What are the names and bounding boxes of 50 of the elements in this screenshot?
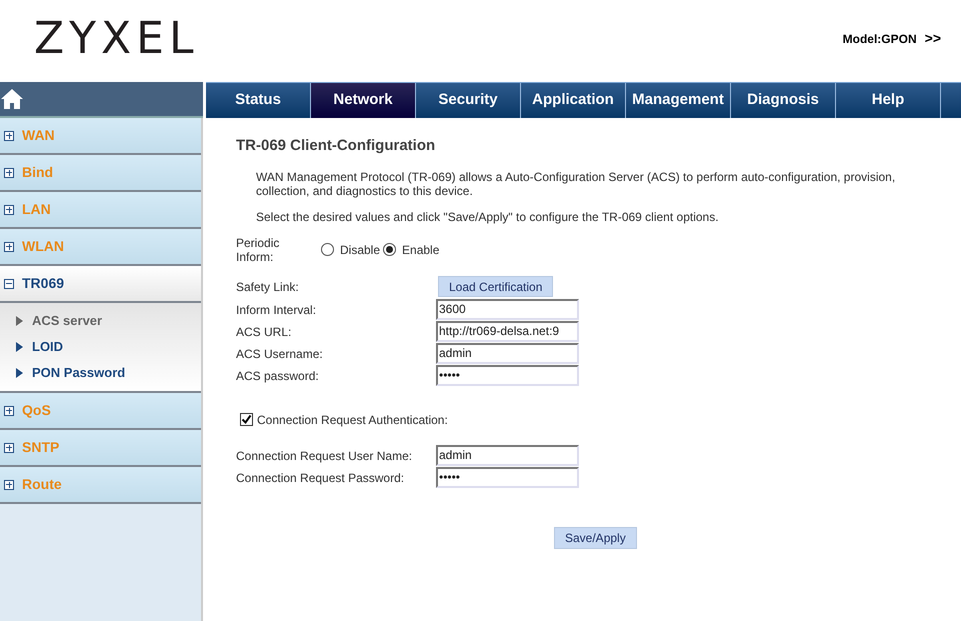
- field-label: Safety Link:: [236, 278, 300, 296]
- radio-button[interactable]: [321, 243, 334, 256]
- zyxel-logo: ZYXEL: [34, 17, 198, 61]
- field-label: ACS URL:: [236, 324, 292, 340]
- input-field[interactable]: admin: [436, 445, 579, 466]
- field-label: Connection Request User Name:: [236, 448, 414, 464]
- input-field[interactable]: 3600: [436, 299, 579, 320]
- expand-icon[interactable]: [4, 442, 14, 452]
- load-certification-button[interactable]: Load Certification: [438, 276, 554, 297]
- nav-tab[interactable]: Management: [626, 83, 731, 118]
- radio-button[interactable]: [383, 243, 396, 256]
- nav-tab[interactable]: Security: [416, 83, 521, 118]
- periodic-inform-label: Periodic Inform:: [236, 236, 280, 264]
- page-title: TR-069 Client-Configuration: [236, 136, 436, 156]
- description-text: WAN Management Protocol (TR-069) allows a Auto-Configuration Server (ACS) to perform auto-configuration, provision, collection, and diagnostics to this device.: [255, 170, 896, 198]
- sidebar-subitem[interactable]: PON Password: [0, 360, 201, 386]
- next-link[interactable]: >>: [924, 28, 941, 49]
- input-field[interactable]: •••••: [436, 467, 579, 488]
- expand-icon[interactable]: [4, 130, 14, 140]
- expand-icon[interactable]: [4, 480, 14, 490]
- nav-tab[interactable]: Application: [521, 83, 626, 118]
- nav-tab[interactable]: Network: [311, 83, 416, 118]
- expand-icon[interactable]: [4, 242, 14, 252]
- field-label: Inform Interval:: [236, 302, 318, 318]
- expand-icon[interactable]: [4, 406, 14, 416]
- field-label: ACS Username:: [236, 346, 324, 362]
- expand-icon[interactable]: [4, 204, 14, 214]
- description-text: Select the desired values and click "Save/Apply" to configure the TR-069 client options.: [255, 210, 720, 224]
- sidebar-subitem[interactable]: LOID: [0, 334, 201, 360]
- triangle-icon: [16, 368, 23, 378]
- input-field[interactable]: •••••: [436, 365, 579, 386]
- triangle-icon: [16, 316, 23, 326]
- checkbox[interactable]: [240, 413, 253, 426]
- nav-tab[interactable]: Diagnosis: [731, 83, 836, 118]
- field-label: Connection Request Password:: [236, 470, 406, 486]
- sidebar-subitem[interactable]: ACS server: [0, 308, 201, 334]
- input-field[interactable]: admin: [436, 343, 579, 364]
- save-apply-button[interactable]: Save/Apply: [554, 526, 637, 548]
- radio-label: Disable: [340, 242, 380, 258]
- input-field[interactable]: http://tr069-delsa.net:9: [436, 321, 579, 342]
- sidebar-item[interactable]: TR069: [0, 266, 201, 303]
- nav-tab[interactable]: Help: [836, 83, 941, 118]
- model-label: Model:GPON: [842, 30, 917, 48]
- checkbox-label: Connection Request Authentication:: [257, 412, 448, 428]
- radio-label: Enable: [402, 242, 440, 258]
- triangle-icon: [16, 342, 23, 352]
- expand-icon[interactable]: [4, 168, 14, 178]
- field-label: ACS password:: [236, 368, 320, 384]
- collapse-icon[interactable]: [4, 278, 14, 288]
- home-icon[interactable]: [1, 88, 23, 110]
